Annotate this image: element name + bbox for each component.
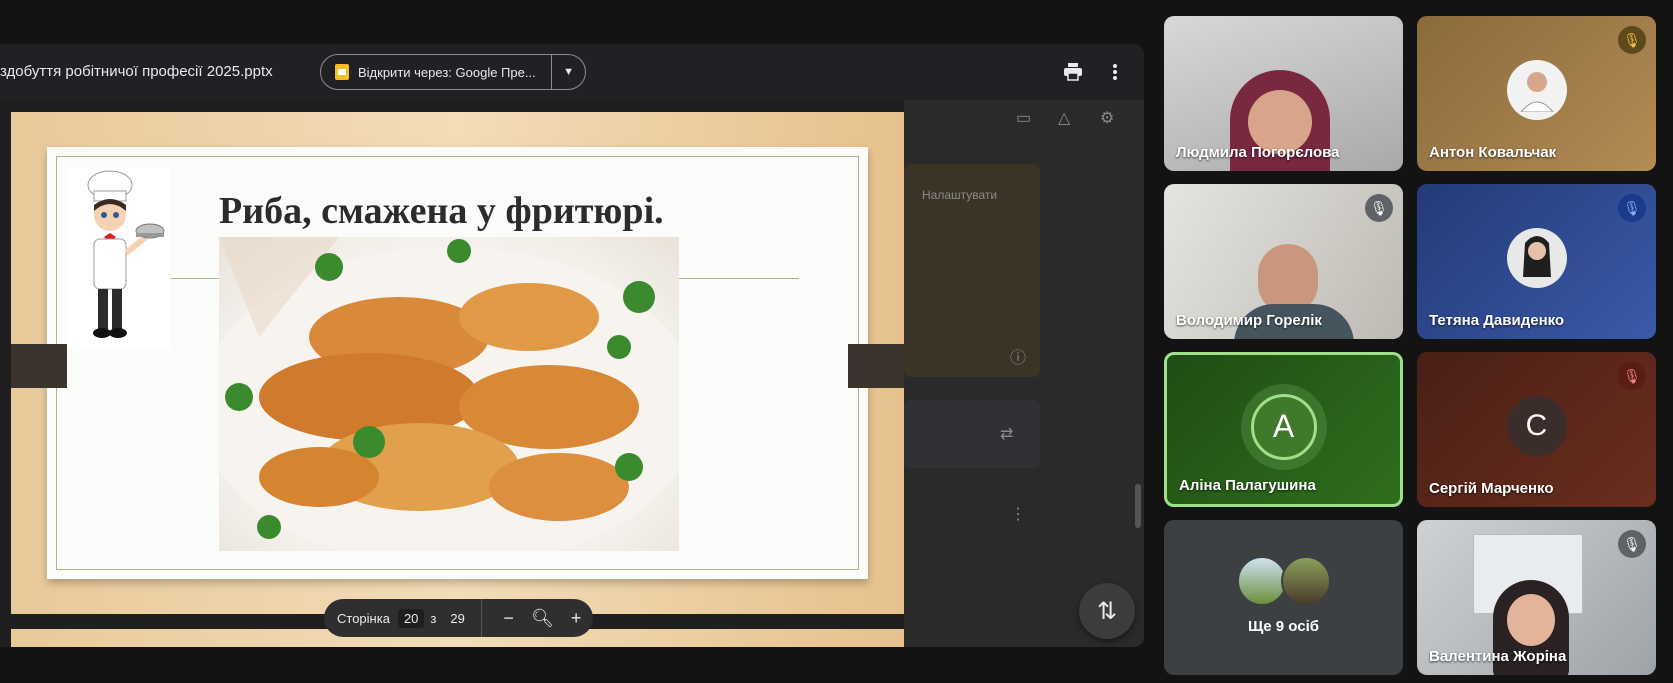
avatar (1236, 556, 1287, 606)
page-navigator: Сторінка 20 з 29 − 🔍︎ + (324, 599, 593, 637)
slide-paper: Риба, смажена у фритюрі. (47, 147, 868, 579)
participant-tile[interactable]: 🎙︎ Тетяна Давиденко (1417, 184, 1656, 339)
participant-tile[interactable]: 🎙︎ Валентина Жоріна (1417, 520, 1656, 675)
current-page-input[interactable]: 20 (397, 608, 425, 628)
open-with-dropdown[interactable]: ▼ (552, 66, 585, 78)
total-pages: 29 (450, 610, 465, 626)
avatar (1280, 556, 1331, 606)
participant-name: Володимир Горелік (1176, 312, 1322, 329)
more-participants-label: Ще 9 осіб (1247, 618, 1320, 635)
slide-rule-left (171, 278, 219, 279)
mic-off-icon: 🎙︎ (1618, 26, 1646, 54)
mic-off-icon: 🎙︎ (1618, 530, 1646, 558)
page-label: Сторінка (337, 610, 390, 626)
more-vert-icon (1113, 64, 1117, 80)
participant-name: Людмила Погорєлова (1176, 144, 1340, 161)
swap-vert-icon: ⇅ (1096, 597, 1118, 625)
print-button[interactable] (1059, 58, 1087, 86)
plus-icon: + (570, 607, 582, 628)
magnifier-icon: 🔍︎ (530, 607, 554, 628)
underlying-card-secondary (904, 400, 1040, 468)
presentation-panel: здобуття робітничої професії 2025.pptx В… (0, 44, 1144, 647)
avatar (1506, 228, 1567, 289)
participant-face (1507, 594, 1555, 646)
slide-rule-right (679, 278, 799, 279)
scrollbar[interactable] (1135, 484, 1141, 528)
slide-tab-left (11, 344, 67, 388)
open-with-label: Відкрити через: Google Пре... (358, 64, 536, 80)
more-avatars (1236, 556, 1331, 606)
fried-fish-image (219, 237, 679, 551)
zoom-out-button[interactable]: − (492, 608, 526, 629)
zoom-reset-button[interactable]: 🔍︎ (526, 608, 560, 629)
of-label: з (430, 610, 437, 626)
mic-off-icon: 🎙︎ (1618, 362, 1646, 390)
repeat-icon: ⇄ (1000, 426, 1014, 443)
participant-tile[interactable]: Людмила Погорєлова (1164, 16, 1403, 171)
participant-tile[interactable]: 🎙︎ Антон Ковальчак (1417, 16, 1656, 171)
open-with-button[interactable]: Відкрити через: Google Пре... (321, 55, 553, 89)
meet-stage: здобуття робітничої професії 2025.pptx В… (0, 0, 1673, 683)
print-icon (1064, 63, 1082, 81)
more-options-button[interactable] (1101, 58, 1129, 86)
slide: Риба, смажена у фритюрі. (11, 112, 904, 614)
more-vert-icon: ⋮ (1010, 506, 1026, 523)
swap-layout-button[interactable]: ⇅ (1079, 583, 1135, 639)
zoom-in-button[interactable]: + (559, 608, 593, 629)
avatar: C (1506, 396, 1567, 457)
slide-tab-right (848, 344, 904, 388)
presentation-toolbar: здобуття робітничої професії 2025.pptx В… (0, 44, 1144, 100)
pager-divider (480, 599, 482, 637)
mic-off-icon: 🎙︎ (1365, 194, 1393, 222)
avatar: A (1250, 393, 1317, 460)
caret-down-icon: ▼ (563, 66, 575, 78)
more-participants-tile[interactable]: Ще 9 осіб (1164, 520, 1403, 675)
participant-name: Сергій Марченко (1429, 480, 1554, 497)
chef-illustration (68, 167, 170, 349)
participant-tile[interactable]: 🎙︎ C Сергій Марченко (1417, 352, 1656, 507)
participant-name: Тетяна Давиденко (1429, 312, 1565, 329)
participant-tile[interactable]: 🎙︎ Володимир Горелік (1164, 184, 1403, 339)
mic-off-icon: 🎙︎ (1618, 194, 1646, 222)
file-name: здобуття робітничої професії 2025.pptx (0, 63, 273, 80)
minus-icon: − (503, 607, 514, 628)
participant-name: Валентина Жоріна (1429, 648, 1567, 665)
avatar (1506, 60, 1567, 121)
camera-icon: ▭ (1016, 110, 1032, 127)
configure-label: Налаштувати (922, 188, 998, 202)
google-slides-icon (335, 64, 349, 80)
gear-icon: ⚙ (1100, 110, 1115, 127)
participant-name: Антон Ковальчак (1429, 144, 1557, 161)
info-icon: ⓘ (1010, 350, 1027, 367)
participant-name: Аліна Палагушина (1179, 477, 1316, 494)
open-with-control: Відкрити через: Google Пре... ▼ (320, 54, 586, 90)
slide-title: Риба, смажена у фритюрі. (219, 190, 664, 232)
drive-icon: △ (1058, 110, 1071, 127)
participant-tile-speaking[interactable]: A Аліна Палагушина (1164, 352, 1403, 507)
